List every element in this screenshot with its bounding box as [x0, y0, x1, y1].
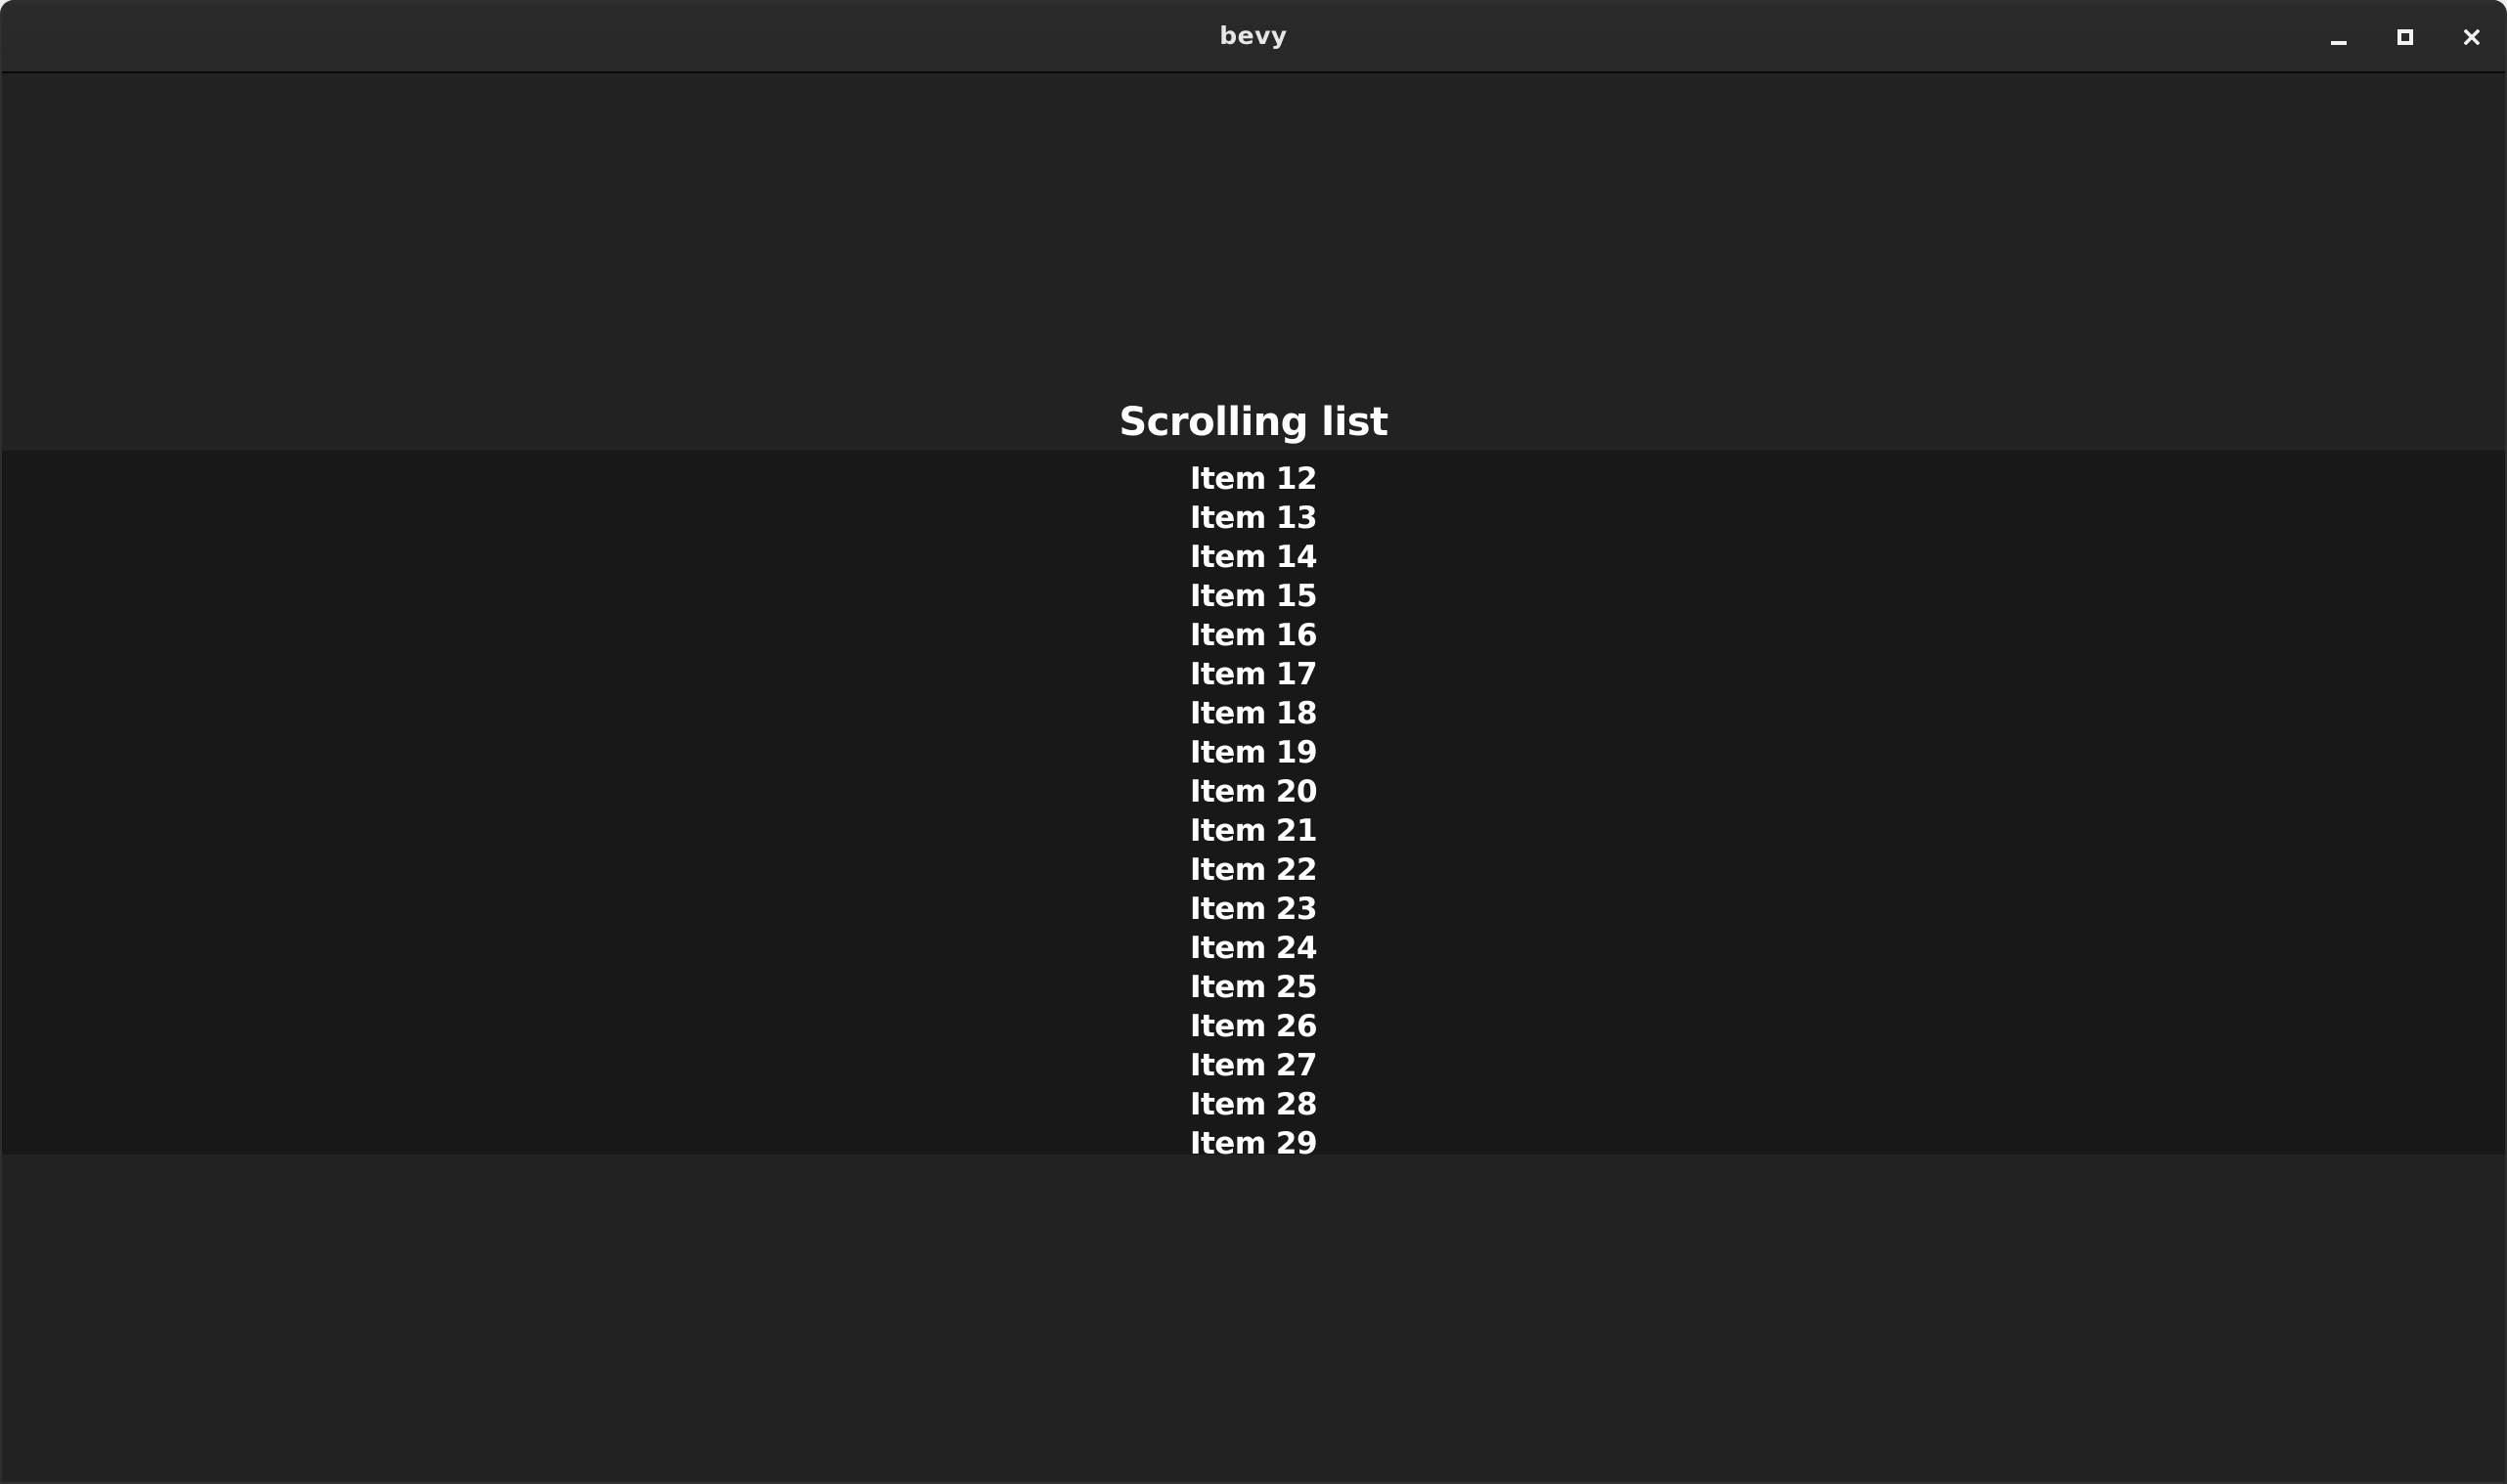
list-item: Item 22 [1189, 852, 1318, 888]
content-area: Scrolling list Item 11Item 12Item 13Item… [2, 73, 2505, 1482]
window-title: bevy [1219, 22, 1288, 50]
minimize-icon [2331, 41, 2347, 45]
minimize-button[interactable] [2323, 22, 2354, 53]
list-item: Item 27 [1189, 1048, 1318, 1083]
title-bar[interactable]: bevy [2, 0, 2505, 73]
list-item: Item 17 [1189, 657, 1318, 692]
list-heading: Scrolling list [1119, 400, 1388, 445]
list-item: Item 29 [1189, 1126, 1318, 1155]
list-item: Item 26 [1189, 1009, 1318, 1044]
close-icon [2464, 29, 2480, 45]
list-item: Item 16 [1189, 618, 1318, 653]
list-item: Item 25 [1189, 970, 1318, 1005]
list-item: Item 20 [1189, 774, 1318, 809]
list-item: Item 28 [1189, 1087, 1318, 1122]
list-item: Item 14 [1189, 540, 1318, 575]
list-item: Item 21 [1189, 813, 1318, 849]
list-item: Item 15 [1189, 579, 1318, 614]
maximize-button[interactable] [2390, 22, 2421, 53]
list-item: Item 12 [1189, 461, 1318, 497]
scrolling-list-content: Item 11 Item 12 Item 13 Item 14 Item 15 Item … [2, 451, 2505, 1155]
list-item: Item 11 [2, 451, 2505, 459]
maximize-icon [2397, 29, 2413, 45]
scrolling-list[interactable]: Item 11 Item 12 Item 13 Item 14 Item 15 Item … [2, 451, 2505, 1155]
list-item: Item 19 [1189, 735, 1318, 770]
list-item: Item 18 [1189, 696, 1318, 731]
list-item: Item 23 [1189, 892, 1318, 927]
list-item: Item 13 [1189, 501, 1318, 536]
close-button[interactable] [2456, 22, 2487, 53]
list-item: Item 24 [1189, 931, 1318, 966]
app-window: bevy Scrolling list Item 11Item 12Item 1… [0, 0, 2507, 1484]
